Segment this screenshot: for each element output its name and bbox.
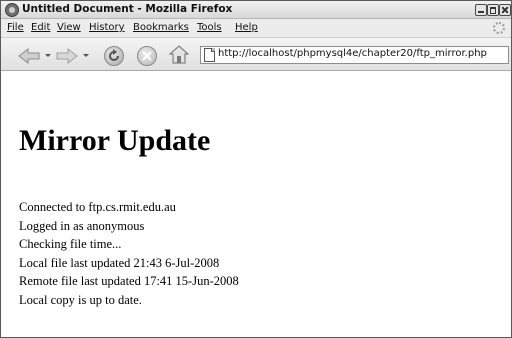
- menu-edit[interactable]: Edit: [31, 22, 50, 33]
- log-line: Local file last updated 21:43 6-Jul-2008: [19, 255, 220, 270]
- menu-help[interactable]: Help: [235, 22, 258, 33]
- forward-history-dropdown-icon[interactable]: [83, 54, 89, 57]
- forward-icon[interactable]: [56, 48, 78, 64]
- url-text[interactable]: http://localhost/phpmysql4e/chapter20/ft…: [218, 48, 487, 59]
- menu-history[interactable]: History: [89, 22, 125, 33]
- log-line: Logged in as anonymous: [19, 218, 145, 233]
- activity-throbber-icon: [493, 22, 505, 34]
- home-icon[interactable]: [169, 45, 189, 64]
- close-button[interactable]: [499, 4, 511, 16]
- menu-bookmarks[interactable]: Bookmarks: [133, 22, 189, 33]
- page-heading: Mirror Update: [19, 124, 211, 157]
- minimize-button[interactable]: [475, 4, 487, 16]
- reload-icon[interactable]: [104, 46, 124, 66]
- firefox-icon: [5, 3, 19, 17]
- browser-window: Untitled Document - Mozilla Firefox File…: [0, 0, 512, 338]
- maximize-button[interactable]: [487, 4, 499, 16]
- status-log: Connected to ftp.cs.rmit.edu.au Logged i…: [19, 198, 239, 310]
- menu-tools[interactable]: Tools: [197, 22, 222, 33]
- log-line: Local copy is up to date.: [19, 292, 142, 307]
- log-line: Remote file last updated 17:41 15-Jun-20…: [19, 274, 239, 289]
- page-icon: [204, 48, 215, 62]
- stop-icon[interactable]: [137, 46, 157, 66]
- menu-view[interactable]: View: [57, 22, 81, 33]
- title-bar: Untitled Document - Mozilla Firefox: [1, 1, 511, 19]
- back-history-dropdown-icon[interactable]: [45, 54, 51, 57]
- menu-bar: File Edit View History Bookmarks Tools H…: [1, 19, 511, 38]
- menu-file[interactable]: File: [7, 22, 24, 33]
- window-title: Untitled Document - Mozilla Firefox: [22, 3, 233, 15]
- log-line: Checking file time...: [19, 237, 122, 252]
- back-icon[interactable]: [18, 48, 40, 64]
- log-line: Connected to ftp.cs.rmit.edu.au: [19, 200, 176, 214]
